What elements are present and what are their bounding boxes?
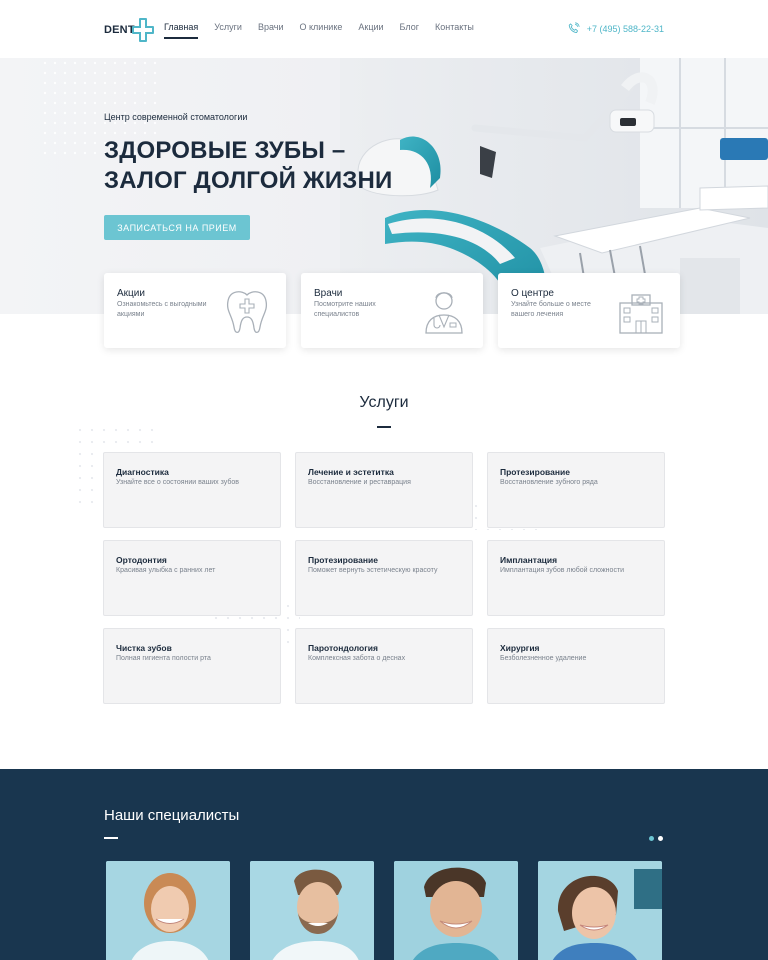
service-card-prosthetics-aesthetic[interactable]: Протезирование Поможет вернуть эстетичес… [295,540,473,616]
specialists-section: Наши специалисты [0,769,768,960]
service-card-cleaning[interactable]: Чистка зубов Полная гигиента полости рта [103,628,281,704]
services-title-underline [377,426,391,428]
carousel-dot[interactable] [658,836,663,841]
service-title: Хирургия [500,643,540,653]
specialist-photo-3[interactable] [394,861,518,960]
service-card-prosthetics[interactable]: Протезирование Восстановление зубного ря… [487,452,665,528]
carousel-dot-active[interactable] [649,836,654,841]
nav-item-doctors[interactable]: Врачи [258,22,284,39]
service-desc: Поможет вернуть эстетическую красоту [308,567,438,574]
service-title: Паротондология [308,643,378,653]
service-title: Имплантация [500,555,558,565]
specialist-photo-4[interactable] [538,861,662,960]
service-title: Ортодонтия [116,555,167,565]
service-card-surgery[interactable]: Хирургия Безболезненное удаление [487,628,665,704]
feature-card-doctors[interactable]: Врачи Посмотрите наших специалистов [301,273,483,348]
service-card-orthodontics[interactable]: Ортодонтия Красивая улыбка с ранних лет [103,540,281,616]
feature-card-promotions[interactable]: Акции Ознакомьтесь с выгодными акциями [104,273,286,348]
feature-card-desc: Ознакомьтесь с выгодными акциями [117,301,207,318]
specialist-portrait-image [538,861,662,960]
service-title: Лечение и эстетитка [308,467,394,477]
nav-item-blog[interactable]: Блог [400,22,419,39]
specialists-title-underline [104,837,118,839]
feature-card-desc: Посмотрите наших специалистов [314,301,376,318]
clinic-building-icon [619,294,663,334]
feature-card-desc: Узнайте больше о месте вашего лечения [511,301,591,318]
feature-card-title: О центре [511,288,554,299]
specialists-section-title: Наши специалисты [104,807,240,824]
service-title: Диагностика [116,467,169,477]
feature-card-title: Акции [117,288,145,299]
hero-title: ЗДОРОВЫЕ ЗУБЫ – ЗАЛОГ ДОЛГОЙ ЖИЗНИ [104,136,392,196]
main-nav: Главная Услуги Врачи О клинике Акции Бло… [164,22,490,39]
phone-icon [568,22,580,33]
services-section-title: Услуги [359,394,409,411]
nav-item-about[interactable]: О клинике [300,22,343,39]
service-desc: Комплексная забота о деснах [308,655,406,662]
header-phone[interactable]: +7 (495) 588-22-31 [567,22,664,35]
feature-card-title: Врачи [314,288,343,299]
feature-card-about-center[interactable]: О центре Узнайте больше о месте вашего л… [498,273,680,348]
service-title: Чистка зубов [116,643,172,653]
service-title: Протезирование [500,467,570,477]
doctor-icon [425,292,463,334]
hero-subtitle: Центр современной стоматологии [104,112,248,122]
service-desc: Красивая улыбка с ранних лет [116,567,216,574]
specialist-photo-2[interactable] [250,861,374,960]
hero-title-line-2: ЗАЛОГ ДОЛГОЙ ЖИЗНИ [104,167,393,194]
service-desc: Имплантация зубов любой сложности [500,567,625,574]
nav-item-promotions[interactable]: Акции [358,22,383,39]
service-desc: Восстановление зубного ряда [500,479,598,486]
carousel-pagination [649,836,663,841]
site-header: DENT Главная Услуги Врачи О клинике Акци… [0,0,768,58]
service-desc: Полная гигиента полости рта [116,655,211,662]
specialist-portrait-image [106,861,230,960]
specialist-photo-1[interactable] [106,861,230,960]
specialist-portrait-image [250,861,374,960]
service-card-periodontology[interactable]: Паротондология Комплексная забота о десн… [295,628,473,704]
service-desc: Узнайте все о состоянии ваших зубов [116,479,239,486]
nav-item-services[interactable]: Услуги [214,22,242,39]
logo[interactable]: DENT [104,17,154,43]
tooth-icon [226,291,268,334]
nav-item-home[interactable]: Главная [164,22,199,39]
service-card-treatment[interactable]: Лечение и эстетитка Восстановление и рес… [295,452,473,528]
service-desc: Безболезненное удаление [500,655,587,662]
book-appointment-button[interactable]: ЗАПИСАТЬСЯ НА ПРИЕМ [104,215,250,240]
hero-title-line-1: ЗДОРОВЫЕ ЗУБЫ – [104,137,346,164]
service-desc: Восстановление и реставрация [308,479,411,486]
specialist-portrait-image [394,861,518,960]
phone-number: +7 (495) 588-22-31 [586,23,664,34]
service-card-implantation[interactable]: Имплантация Имплантация зубов любой слож… [487,540,665,616]
nav-item-contacts[interactable]: Контакты [435,22,474,39]
logo-text: DENT [104,24,135,36]
service-title: Протезирование [308,555,378,565]
logo-cross-icon [131,18,154,42]
service-card-diagnostics[interactable]: Диагностика Узнайте все о состоянии ваши… [103,452,281,528]
